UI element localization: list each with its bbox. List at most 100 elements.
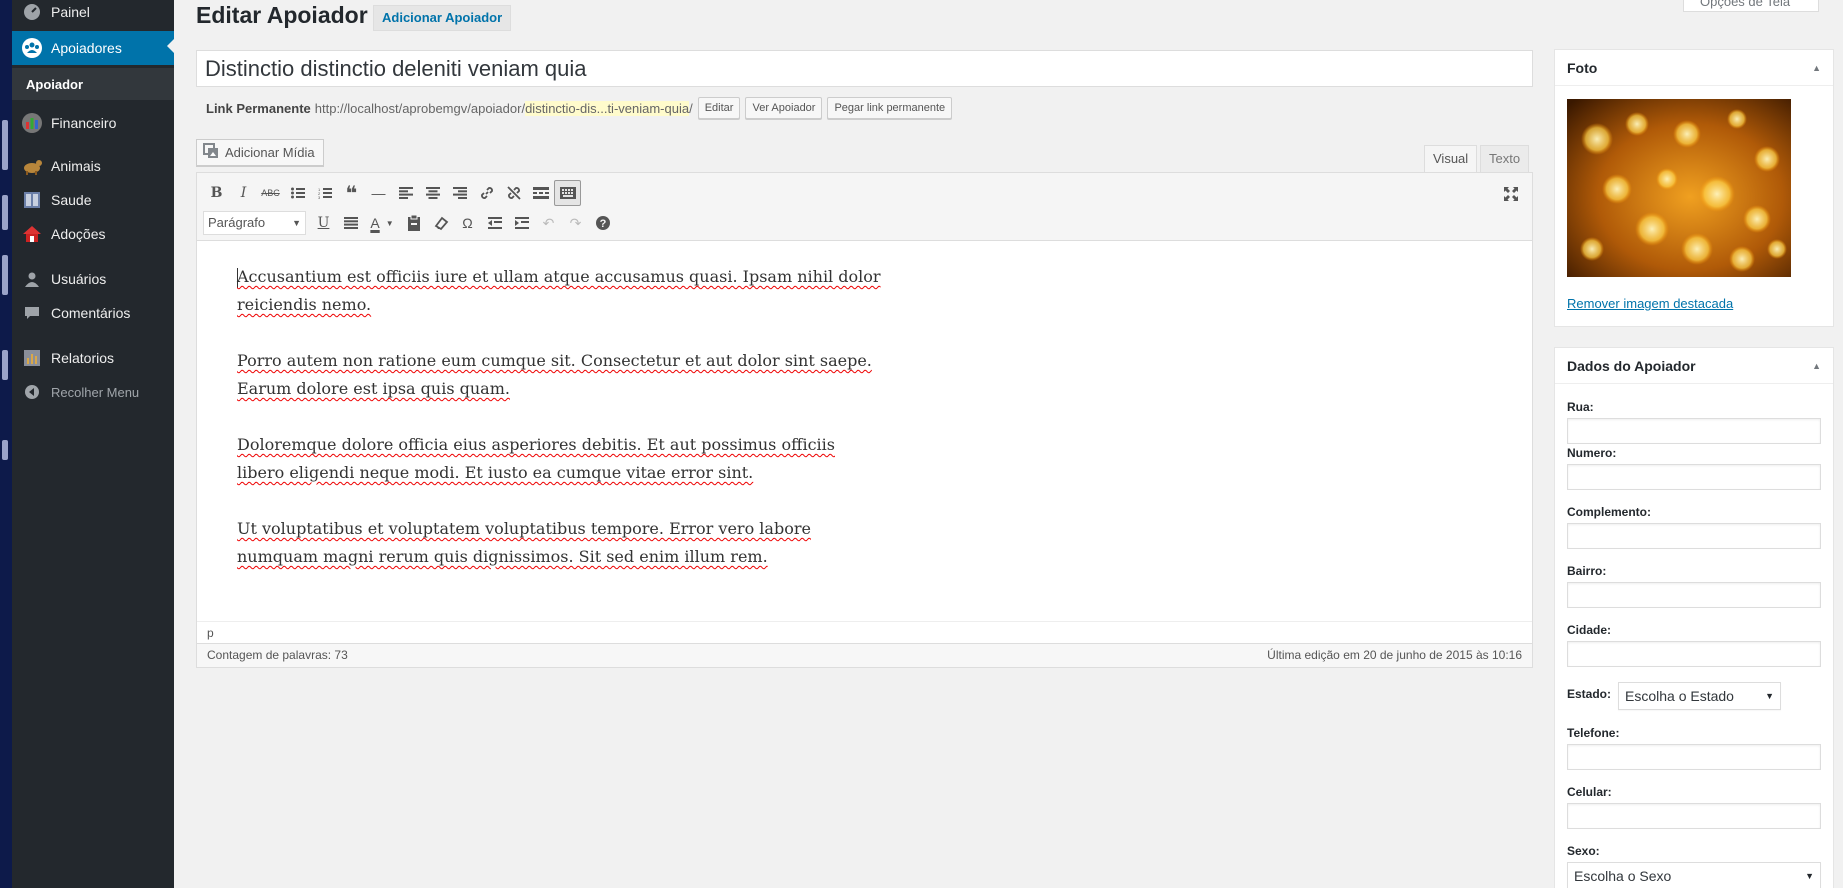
sidebar-item-label: Adoções <box>51 226 106 242</box>
rua-input[interactable] <box>1567 418 1821 444</box>
sidebar-item-relatorios[interactable]: Relatorios <box>12 343 174 373</box>
sidebar-item-label: Financeiro <box>51 115 117 131</box>
redo-icon[interactable]: ↷ <box>562 210 589 236</box>
special-character-icon[interactable]: Ω <box>454 210 481 236</box>
sidebar-item-label: Recolher Menu <box>51 384 140 400</box>
sidebar-item-comentarios[interactable]: Comentários <box>12 298 174 328</box>
bullet-list-icon[interactable] <box>284 180 311 206</box>
add-media-button[interactable]: Adicionar Mídia <box>196 139 324 166</box>
telefone-label: Telefone: <box>1567 726 1620 740</box>
indent-icon[interactable] <box>508 210 535 236</box>
page-title: Editar Apoiador <box>196 2 368 28</box>
toolbar-toggle-icon[interactable] <box>554 180 581 206</box>
svg-text:?: ? <box>599 218 606 230</box>
permalink-end: / <box>689 100 693 116</box>
permalink-base-url[interactable]: http://localhost/aprobemgv/apoiador/ <box>315 101 525 116</box>
sidebar-item-label: Relatorios <box>51 350 115 366</box>
rua-label: Rua: <box>1567 400 1594 414</box>
house-icon <box>21 224 43 244</box>
sidebar-item-painel[interactable]: Painel <box>12 0 174 27</box>
collapse-arrow-icon[interactable]: ▲ <box>1812 50 1821 86</box>
outdent-icon[interactable] <box>481 210 508 236</box>
text-color-icon[interactable]: A ▼ <box>364 210 400 236</box>
sidebar-item-label: Animais <box>51 158 101 174</box>
sidebar-item-label: Usuários <box>51 271 107 287</box>
blockquote-icon[interactable]: ❝ <box>338 180 365 206</box>
estado-select[interactable]: Escolha o Estado <box>1618 682 1781 710</box>
add-new-button[interactable]: Adicionar Apoiador <box>373 5 512 31</box>
paste-text-icon[interactable] <box>400 210 427 236</box>
content-paragraph: Ut voluptatibus et voluptatem voluptatib… <box>237 519 811 566</box>
element-path[interactable]: p <box>197 621 1532 643</box>
tab-text[interactable]: Texto <box>1480 145 1530 173</box>
align-left-icon[interactable] <box>392 180 419 206</box>
bold-icon[interactable]: B <box>203 180 230 206</box>
collapse-menu-button[interactable]: Recolher Menu <box>12 377 174 407</box>
get-shortlink-button[interactable]: Pegar link permanente <box>827 97 953 119</box>
post-title-input[interactable]: Distinctio distinctio deleniti veniam qu… <box>196 50 1533 87</box>
complemento-label: Complemento: <box>1567 505 1651 519</box>
italic-icon[interactable]: I <box>230 180 257 206</box>
report-icon <box>21 348 43 368</box>
bairro-label: Bairro: <box>1567 564 1607 578</box>
collapse-arrow-icon[interactable]: ▲ <box>1812 348 1821 384</box>
sidebar-item-usuarios[interactable]: Usuários <box>12 264 174 294</box>
screen-options-button[interactable]: Opções de Tela <box>1683 0 1819 12</box>
unlink-icon[interactable] <box>500 180 527 206</box>
sidebar-item-animais[interactable]: Animais <box>12 151 174 181</box>
help-icon[interactable]: ? <box>589 210 616 236</box>
sexo-label: Sexo: <box>1567 844 1600 858</box>
link-icon[interactable] <box>473 180 500 206</box>
remove-featured-image-link[interactable]: Remover imagem destacada <box>1567 296 1733 311</box>
admin-sidebar: Painel Apoiadores Apoiador Financeiro An… <box>12 0 175 888</box>
horizontal-line-icon[interactable]: — <box>365 180 392 206</box>
fullscreen-icon[interactable] <box>1497 181 1524 207</box>
featured-image-title[interactable]: Foto ▲ <box>1555 50 1833 86</box>
sidebar-item-financeiro[interactable]: Financeiro <box>12 107 174 139</box>
edit-slug-button[interactable]: Editar <box>697 97 741 119</box>
permalink-label: Link Permanente <box>206 100 311 116</box>
undo-icon[interactable]: ↶ <box>535 210 562 236</box>
complemento-input[interactable] <box>1567 523 1821 549</box>
editor-status-bar: Contagem de palavras: 73 Última edição e… <box>197 643 1532 667</box>
add-media-label: Adicionar Mídia <box>225 145 315 160</box>
underline-icon[interactable]: U <box>310 210 337 236</box>
sidebar-submenu-apoiador[interactable]: Apoiador <box>12 68 174 100</box>
content-paragraph: Accusantium est officiis iure et ullam a… <box>237 267 881 314</box>
comment-icon <box>21 303 43 323</box>
user-icon <box>21 269 43 289</box>
sidebar-item-adocoes[interactable]: Adoções <box>12 219 174 249</box>
svg-text:3: 3 <box>318 195 321 199</box>
cidade-input[interactable] <box>1567 641 1821 667</box>
supporter-data-title[interactable]: Dados do Apoiador ▲ <box>1555 348 1833 384</box>
numero-label: Numero: <box>1567 446 1617 460</box>
dashboard-icon <box>21 2 43 22</box>
celular-input[interactable] <box>1567 803 1821 829</box>
sidebar-item-label: Apoiadores <box>51 40 122 56</box>
align-right-icon[interactable] <box>446 180 473 206</box>
tab-visual[interactable]: Visual <box>1424 145 1478 173</box>
chart-icon <box>21 113 43 133</box>
permalink-slug[interactable]: distinctio-dis...ti-veniam-quia <box>525 100 690 116</box>
featured-image-box: Foto ▲ Remover imagem destacada <box>1554 49 1834 327</box>
featured-image[interactable] <box>1567 99 1791 277</box>
read-more-icon[interactable] <box>527 180 554 206</box>
justify-icon[interactable] <box>337 210 364 236</box>
telefone-input[interactable] <box>1567 744 1821 770</box>
bairro-input[interactable] <box>1567 582 1821 608</box>
align-center-icon[interactable] <box>419 180 446 206</box>
view-post-button[interactable]: Ver Apoiador <box>745 97 823 119</box>
sidebar-item-apoiadores[interactable]: Apoiadores <box>12 31 175 65</box>
paragraph-format-select[interactable]: Parágrafo <box>203 211 306 235</box>
numbered-list-icon[interactable]: 123 <box>311 180 338 206</box>
editor-content[interactable]: Accusantium est officiis iure et ullam a… <box>237 263 887 599</box>
strikethrough-icon[interactable]: ABC <box>257 180 284 206</box>
sidebar-item-label: Saude <box>51 192 92 208</box>
health-icon <box>21 190 43 210</box>
numero-input[interactable] <box>1567 464 1821 490</box>
sidebar-item-saude[interactable]: Saude <box>12 185 174 215</box>
clear-formatting-icon[interactable] <box>427 210 454 236</box>
word-count: Contagem de palavras: 73 <box>207 648 348 662</box>
sexo-select[interactable]: Escolha o Sexo <box>1567 862 1821 888</box>
content-paragraph: Porro autem non ratione eum cumque sit. … <box>237 351 872 398</box>
